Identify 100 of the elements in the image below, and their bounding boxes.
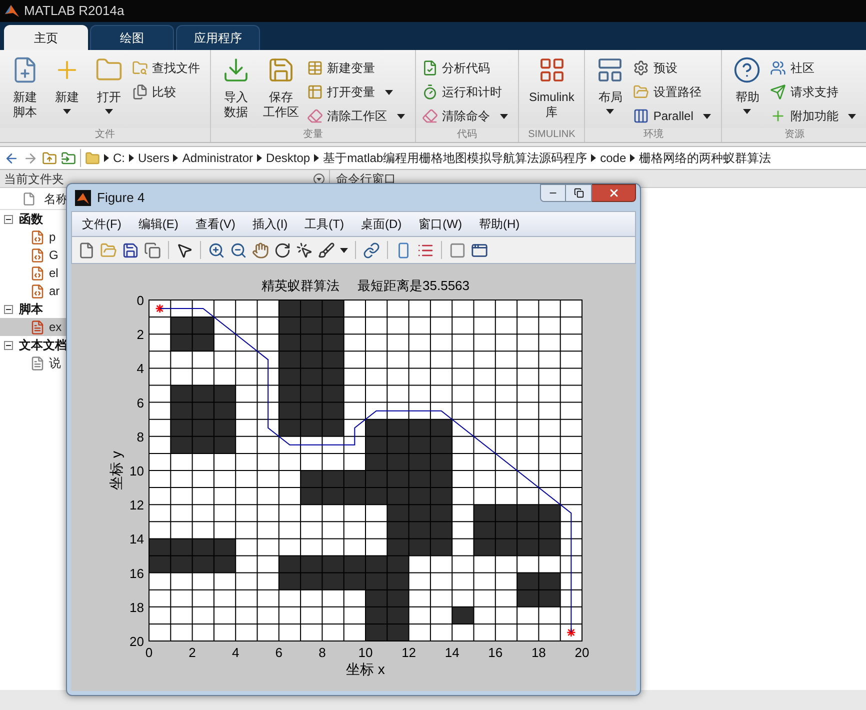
menu-item[interactable]: 窗口(W) [418, 215, 462, 233]
brush-icon[interactable] [318, 242, 335, 258]
ribbon-small-button[interactable]: 设置路径 [633, 82, 716, 102]
app-logo-icon [4, 3, 20, 19]
file-item[interactable]: ar [0, 282, 66, 300]
forward-icon[interactable] [23, 150, 38, 166]
tick-label: 18 [531, 645, 546, 660]
ribbon-button[interactable]: 打开 [90, 56, 128, 114]
download-icon [222, 56, 250, 84]
dropdown-icon[interactable] [313, 172, 325, 184]
ribbon-small-button[interactable]: 查找文件 [132, 58, 204, 78]
file-item[interactable]: ex [0, 318, 66, 336]
file-item[interactable]: p [0, 228, 66, 246]
save-icon[interactable] [122, 242, 139, 258]
menu-item[interactable]: 编辑(E) [138, 215, 178, 233]
maximize-button[interactable] [566, 184, 592, 202]
ribbon-small-button[interactable]: 社区 [770, 58, 860, 78]
group-label[interactable]: 脚本 [19, 300, 43, 318]
ribbon-small-button[interactable]: 打开变量 [307, 82, 409, 102]
file-item[interactable]: el [0, 264, 66, 282]
table-icon [307, 84, 323, 100]
group-label: 环境 [585, 128, 722, 142]
tick-label: 12 [130, 498, 144, 513]
columns-icon [633, 108, 650, 124]
tick-label: 6 [136, 395, 144, 410]
tick-label: 0 [145, 645, 153, 660]
cross-marker [567, 628, 576, 636]
square-icon[interactable] [449, 242, 466, 258]
ribbon-button[interactable]: 帮助 [728, 56, 766, 114]
ribbon-small-button[interactable]: 比较 [132, 82, 204, 102]
tick-label: 8 [318, 645, 326, 660]
ribbon-button[interactable]: 新建 脚本 [6, 56, 44, 120]
grid-icon [538, 56, 566, 84]
frame-icon[interactable] [471, 242, 488, 258]
window-title: Figure 4 [97, 188, 146, 207]
cross-marker [156, 304, 164, 313]
ribbon-button[interactable]: 导入 数据 [217, 56, 255, 120]
new-file-icon[interactable] [78, 242, 95, 258]
link-icon[interactable] [363, 242, 380, 258]
axis-label: 坐标 x [346, 661, 385, 677]
ribbon-small-button[interactable]: 清除命令 [422, 106, 512, 126]
help-icon [733, 56, 762, 84]
menu-item[interactable]: 工具(T) [304, 215, 344, 233]
path-crumb[interactable]: Users [138, 149, 170, 167]
menu-item[interactable]: 查看(V) [195, 215, 236, 233]
ribbon-button[interactable]: Simulink 库 [525, 56, 578, 120]
ribbon-tab[interactable]: 主页 [4, 25, 88, 50]
timer-icon [422, 84, 438, 100]
data-cursor-icon[interactable] [296, 242, 313, 258]
chevron-icon [104, 154, 109, 162]
tick-label: 14 [444, 645, 460, 660]
chevron-icon [591, 154, 596, 162]
folder-icon [85, 150, 100, 166]
ribbon-button[interactable]: 新建 [48, 56, 86, 114]
folder-up-icon[interactable] [42, 150, 57, 166]
menu-item[interactable]: 插入(I) [252, 215, 288, 233]
file-check-icon [422, 60, 438, 76]
collapse-icon[interactable] [4, 214, 13, 224]
ribbon-small-button[interactable]: Parallel [633, 106, 716, 126]
menu-item[interactable]: 桌面(D) [360, 215, 402, 233]
ribbon-small-button[interactable]: 新建变量 [307, 58, 409, 78]
collapse-icon[interactable] [4, 340, 13, 350]
chevron-icon [173, 154, 178, 162]
ribbon-small-button[interactable]: 运行和计时 [422, 82, 512, 102]
ribbon-button[interactable]: 保存 工作区 [259, 56, 303, 120]
path-crumb[interactable]: Administrator [182, 149, 254, 167]
ribbon-tab[interactable]: 绘图 [90, 25, 174, 50]
ribbon-small-button[interactable]: 清除工作区 [307, 106, 409, 126]
file-item[interactable]: 说 [0, 354, 66, 372]
path-crumb[interactable]: Desktop [266, 149, 310, 167]
back-icon[interactable] [4, 150, 19, 166]
rotate-icon[interactable] [274, 242, 291, 258]
hand-icon[interactable] [252, 242, 269, 258]
folder-browse-icon[interactable] [61, 150, 76, 166]
ribbon-small-button[interactable]: 分析代码 [422, 58, 512, 78]
file-item[interactable]: G [0, 246, 66, 264]
path-crumb[interactable]: 基于matlab编程用栅格地图模拟导航算法源码程序 [323, 149, 588, 167]
menu-item[interactable]: 文件(F) [82, 215, 122, 233]
collapse-icon[interactable] [4, 304, 13, 314]
app-logo-icon [75, 190, 91, 206]
zoom-in-icon[interactable] [208, 242, 225, 258]
close-button[interactable] [592, 184, 636, 202]
group-label[interactable]: 函数 [19, 210, 43, 228]
tick-label: 20 [130, 634, 144, 649]
ribbon-small-button[interactable]: 请求支持 [770, 82, 860, 102]
layout-icon [596, 56, 624, 84]
path-crumb[interactable]: C: [113, 149, 125, 167]
caret-icon [340, 248, 348, 252]
zoom-out-icon[interactable] [230, 242, 247, 258]
tick-label: 14 [130, 532, 144, 547]
ribbon-small-button[interactable]: 附加功能 [770, 106, 860, 126]
ribbon-tab[interactable]: 应用程序 [176, 25, 260, 50]
path-crumb[interactable]: code [600, 149, 626, 167]
group-label: 代码 [416, 128, 518, 142]
pointer-icon[interactable] [176, 242, 193, 258]
table-icon [307, 60, 323, 76]
ribbon-small-button[interactable]: 预设 [633, 58, 716, 78]
ribbon-button[interactable]: 布局 [591, 56, 630, 114]
menu-item[interactable]: 帮助(H) [478, 215, 520, 233]
path-crumb[interactable]: 栅格网络的两种蚁群算法 [639, 149, 772, 167]
